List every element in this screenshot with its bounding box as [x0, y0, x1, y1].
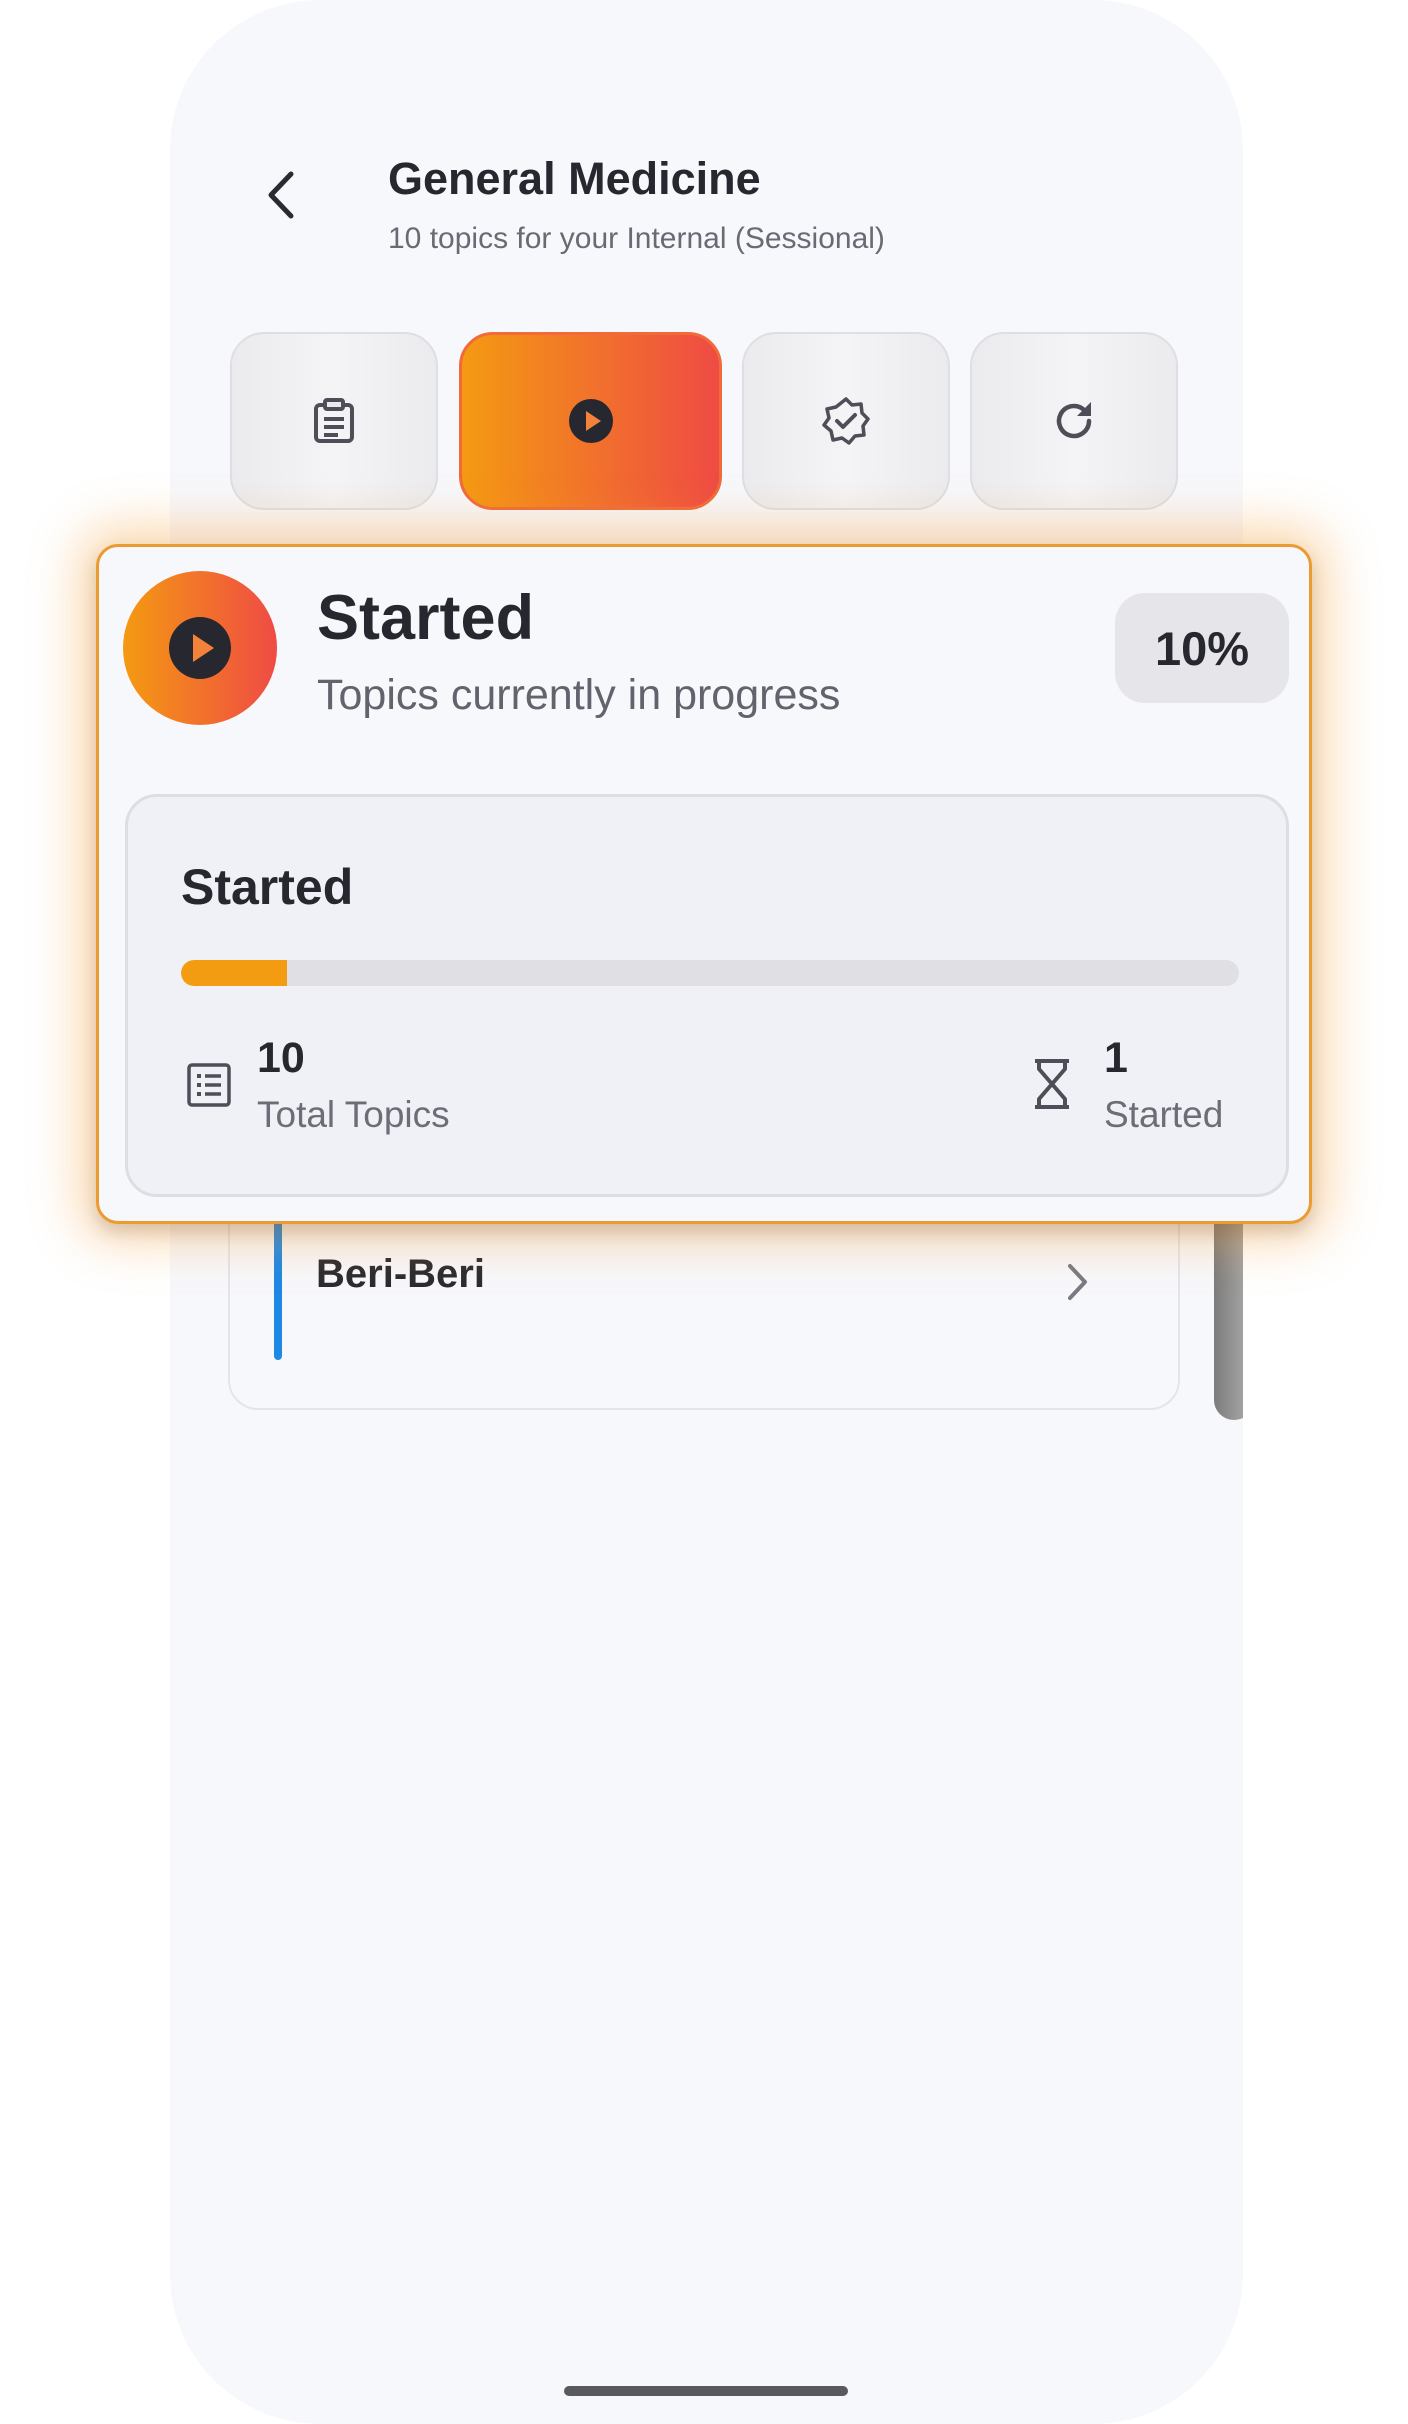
percent-badge: 10%: [1115, 593, 1289, 703]
clipboard-icon: [314, 398, 354, 443]
page-subtitle: 10 topics for your Internal (Sessional): [388, 222, 885, 255]
filter-revision-button[interactable]: [970, 332, 1178, 510]
progress-fill: [181, 960, 287, 986]
play-circle-icon: [568, 399, 613, 443]
topic-name: Beri-Beri: [316, 1252, 485, 1296]
progress-bar: [181, 960, 1239, 986]
popup-description: Topics currently in progress: [317, 671, 841, 719]
filter-all-button[interactable]: [230, 332, 438, 510]
home-indicator[interactable]: [564, 2386, 848, 2396]
verified-badge-icon: [822, 397, 870, 445]
filter-completed-button[interactable]: [742, 332, 950, 510]
chevron-right-icon: [1068, 1264, 1087, 1300]
status-popup-card: Started Topics currently in progress 10%…: [96, 544, 1312, 1224]
stats-card: Started 10 Total Topics 1 Started: [125, 794, 1289, 1197]
started-count-label: Started: [1104, 1094, 1224, 1135]
started-count-value: 1: [1104, 1034, 1128, 1082]
refresh-icon: [1056, 402, 1092, 439]
total-topics-label: Total Topics: [257, 1094, 450, 1135]
list-icon: [187, 1063, 231, 1107]
play-circle-icon: [169, 617, 231, 679]
chevron-left-icon: [268, 171, 294, 219]
stats-heading: Started: [181, 859, 354, 915]
total-topics-value: 10: [257, 1034, 305, 1082]
filter-started-button[interactable]: [459, 332, 722, 510]
page-title: General Medicine: [388, 153, 761, 204]
popup-title: Started: [317, 583, 535, 653]
status-avatar: [123, 571, 277, 725]
back-button[interactable]: [254, 168, 308, 222]
hourglass-icon: [1035, 1059, 1069, 1109]
